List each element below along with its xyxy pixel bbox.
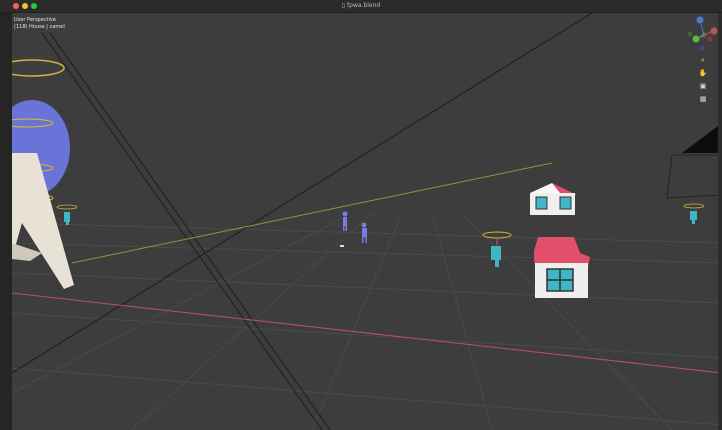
camera-icon[interactable]: ▣ [698, 81, 708, 91]
collection-info-label: (118) House | camel [14, 24, 65, 30]
cyan-character-center [482, 231, 512, 267]
3d-viewport[interactable]: User Perspective (118) House | camel ⌕ ✋… [12, 13, 722, 430]
cyan-character-right [683, 203, 705, 224]
right-panel-edge [718, 13, 722, 430]
x-axis-icon [710, 27, 718, 35]
viewport-info: User Perspective (118) House | camel [14, 17, 65, 31]
empty-object [340, 245, 344, 247]
cyan-character-left [56, 204, 78, 225]
window-title: ▯ fpwa.blend [0, 0, 722, 12]
zoom-icon[interactable]: ⌕ [698, 55, 708, 65]
x-axis-line [12, 292, 722, 374]
window-titlebar: ▯ fpwa.blend [0, 0, 722, 13]
orientation-gizmo[interactable] [682, 13, 722, 55]
y-axis-icon [692, 35, 700, 43]
grid-icon[interactable]: ▦ [698, 94, 708, 104]
floor-grid [12, 212, 722, 430]
z-axis-icon [696, 16, 704, 24]
camera-frustum-lines [12, 13, 593, 430]
left-toolbar-edge [0, 13, 12, 430]
navigation-gizmo-area: ⌕ ✋ ▣ ▦ [682, 13, 722, 113]
house-front [534, 237, 590, 298]
camera-object [666, 123, 722, 199]
window-title-text: fpwa.blend [347, 2, 381, 9]
planet-object [12, 59, 74, 289]
scene-render [12, 13, 722, 430]
house-back [530, 183, 577, 215]
hand-icon[interactable]: ✋ [698, 68, 708, 78]
file-icon: ▯ [341, 2, 346, 9]
view-mode-label: User Perspective [14, 17, 56, 23]
purple-characters [342, 211, 367, 243]
